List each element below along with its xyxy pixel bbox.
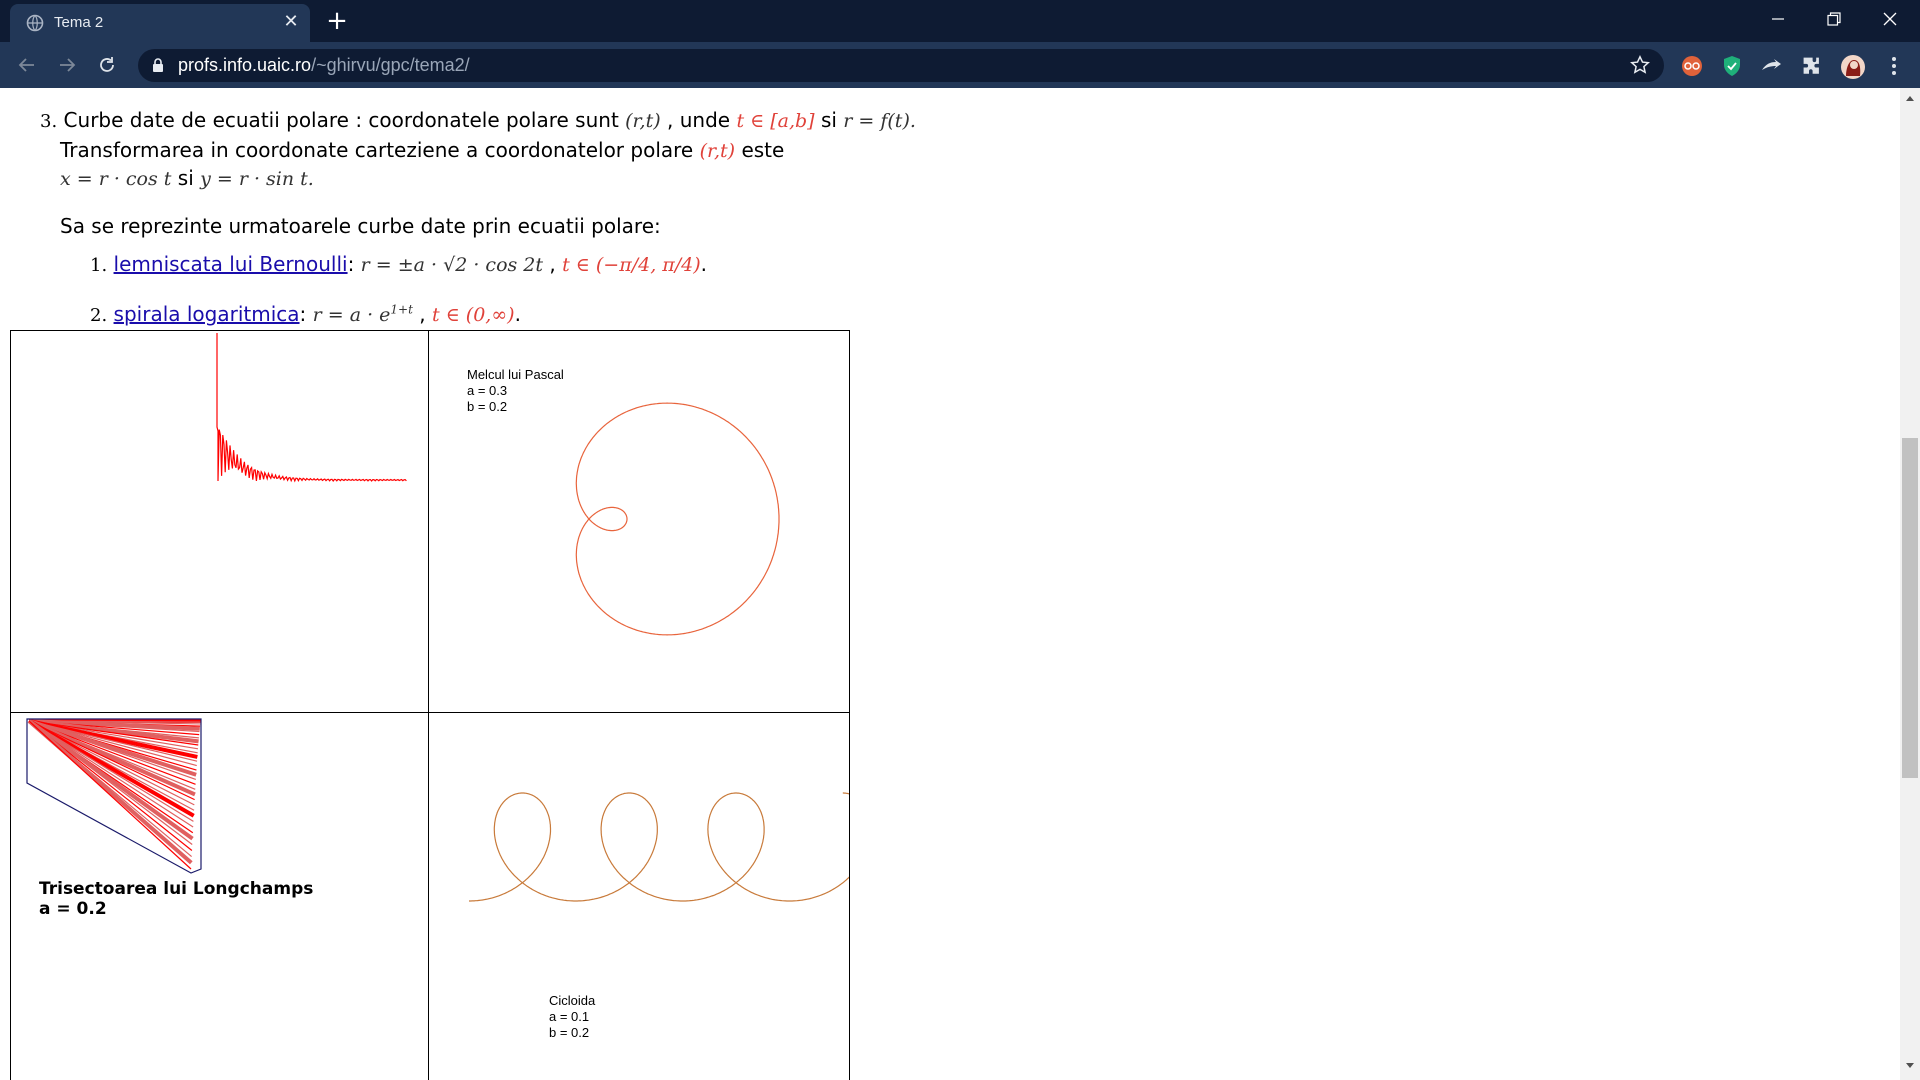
forward-icon[interactable] [52, 50, 82, 80]
longchamps-label: Trisectoarea lui Longchamps a = 0.2 [39, 879, 313, 919]
item-number: 3. [40, 111, 58, 132]
scrollbar-thumb[interactable] [1902, 438, 1918, 778]
cicloida-a: a = 0.1 [549, 1009, 590, 1024]
colon: : [347, 252, 355, 276]
item-text: , unde [667, 108, 731, 132]
item-3-line-1: 3. Curbe date de ecuatii polare : coordo… [40, 108, 916, 132]
shield-icon[interactable] [1720, 54, 1744, 78]
cicloida-label: Cicloida a = 0.1 b = 0.2 [549, 993, 595, 1041]
subitem-number: 2. [90, 305, 108, 326]
pascal-curve [575, 402, 780, 636]
domain: t ∈ (−π/4, π/4) [562, 254, 701, 276]
avatar[interactable] [1840, 54, 1865, 79]
intro-text: Sa se reprezinte urmatoarele curbe date … [60, 214, 661, 238]
panel-cicloida [469, 792, 849, 902]
pascal-title: Melcul lui Pascal [467, 367, 564, 382]
pascal-b: b = 0.2 [467, 399, 508, 414]
globe-icon [26, 14, 44, 36]
back-icon[interactable] [12, 50, 42, 80]
math-x: x = r · cos t [60, 168, 172, 190]
extension-icon[interactable] [1800, 54, 1824, 78]
item-text: si [177, 166, 194, 190]
reload-icon[interactable] [92, 50, 122, 80]
close-window-icon[interactable] [1862, 0, 1918, 38]
item-text: Transformarea in coordonate carteziene a… [60, 138, 694, 162]
subitem-2: 2. spirala logaritmica: r = a · e1+t , t… [90, 302, 521, 326]
item-text: si [820, 108, 837, 132]
subitem-number: 1. [90, 255, 108, 276]
longchamps-fan [27, 719, 201, 870]
formula: r = ±a · √2 · cos 2t [360, 254, 544, 276]
item-3-line-3: x = r · cos t si y = r · sin t. [60, 166, 314, 190]
subitem-1: 1. lemniscata lui Bernoulli: r = ±a · √2… [90, 252, 707, 276]
cicloida-title: Cicloida [549, 993, 596, 1008]
pascal-a: a = 0.3 [467, 383, 508, 398]
scrollbar[interactable] [1900, 88, 1920, 1080]
link-lemniscata[interactable]: lemniscata lui Bernoulli [114, 252, 348, 276]
exponent: 1+t [390, 302, 413, 317]
star-icon[interactable] [1630, 55, 1650, 79]
oscillation-curve [216, 333, 407, 483]
cicloida-b: b = 0.2 [549, 1025, 590, 1040]
plus-icon[interactable]: + [322, 6, 352, 36]
scroll-down-icon[interactable] [1905, 1062, 1915, 1070]
extension-glasses-icon[interactable] [1680, 54, 1704, 78]
lock-icon[interactable] [152, 58, 164, 77]
longchamps-a: a = 0.2 [39, 899, 107, 919]
math-rt: (r,t) [625, 110, 661, 132]
longchamps-title: Trisectoarea lui Longchamps [39, 879, 314, 899]
period: . [700, 252, 708, 276]
link-spirala[interactable]: spirala logaritmica [114, 302, 300, 326]
colon: : [299, 302, 307, 326]
math-rt: (r,t) [699, 140, 736, 162]
minimize-icon[interactable] [1750, 0, 1806, 38]
item-3-line-2: Transformarea in coordonate carteziene a… [60, 138, 784, 162]
domain: t ∈ (0,∞) [432, 304, 515, 326]
arrow-extension-icon[interactable] [1760, 54, 1784, 78]
separator: , [419, 302, 426, 326]
math-t-interval: t ∈ [a,b] [736, 110, 815, 132]
separator: , [549, 252, 556, 276]
url-text: profs.info.uaic.ro/~ghirvu/gpc/tema2/ [178, 55, 470, 75]
kebab-icon[interactable] [1882, 54, 1906, 78]
tab-title: Tema 2 [54, 14, 104, 31]
tab-tema2[interactable]: Tema 2 ✕ [10, 4, 310, 42]
math-y: y = r · sin t. [200, 168, 314, 190]
close-icon[interactable]: ✕ [280, 11, 302, 33]
period: . [514, 302, 521, 326]
toolbar: profs.info.uaic.ro/~ghirvu/gpc/tema2/ [0, 42, 1920, 89]
cicloida-curve [469, 792, 849, 902]
pascal-label: Melcul lui Pascal a = 0.3 b = 0.2 [467, 367, 564, 415]
address-bar[interactable]: profs.info.uaic.ro/~ghirvu/gpc/tema2/ [138, 49, 1664, 82]
restore-icon[interactable] [1806, 0, 1862, 38]
formula: r = a · e [312, 304, 391, 326]
scroll-up-icon[interactable] [1905, 94, 1915, 102]
page-content: 3. Curbe date de ecuatii polare : coordo… [0, 88, 1900, 1080]
math-r-ft: r = f(t). [843, 110, 916, 132]
panel-oscillation [216, 333, 407, 483]
item-text: Curbe date de ecuatii polare : coordonat… [63, 108, 619, 132]
item-text: este [741, 138, 785, 162]
canvas-grid: Melcul lui Pascal a = 0.3 b = 0.2 Trisec… [10, 330, 850, 1080]
tab-strip: Tema 2 ✕ + [0, 0, 1920, 42]
